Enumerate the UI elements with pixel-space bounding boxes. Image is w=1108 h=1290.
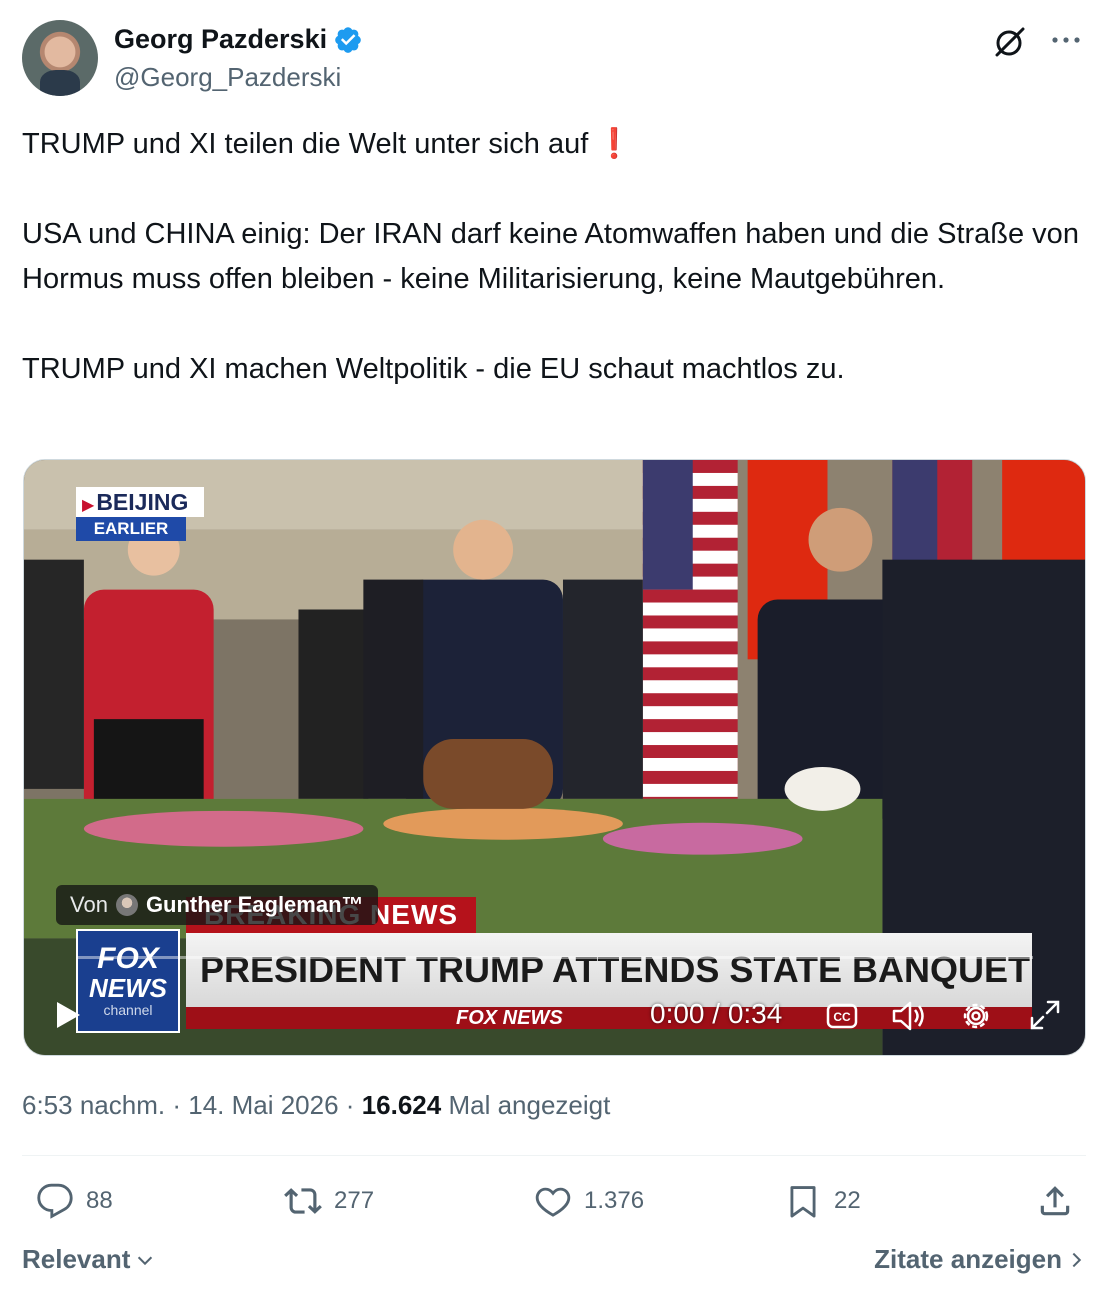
views-count[interactable]: 16.624 [362, 1090, 442, 1120]
svg-text:CC: CC [833, 1010, 851, 1024]
video-progress-bar[interactable] [76, 956, 1033, 959]
share-button[interactable] [1036, 1178, 1074, 1224]
logo-channel-text: channel [103, 1002, 153, 1018]
fullscreen-expand-icon[interactable] [1028, 998, 1062, 1032]
attribution-avatar [115, 894, 138, 916]
play-icon[interactable] [54, 1000, 82, 1030]
author-name-row: Georg Pazderski [114, 24, 363, 55]
location-tag: ▶BEIJING EARLIER [76, 487, 204, 541]
logo-fox-text: FOX [97, 942, 159, 975]
video-player[interactable]: ▶BEIJING EARLIER BREAKING NEWS PRESIDENT… [23, 459, 1086, 1056]
grok-icon[interactable] [992, 24, 1028, 60]
replies-footer: Relevant Zitate anzeigen [22, 1242, 1086, 1282]
volume-icon[interactable] [890, 998, 928, 1034]
view-quotes-link[interactable]: Zitate anzeigen [874, 1244, 1086, 1275]
tweet-paragraph-3: TRUMP und XI machen Weltpolitik - die EU… [22, 353, 845, 385]
like-count: 1.376 [584, 1187, 645, 1214]
share-icon [1040, 1186, 1070, 1216]
video-time: 0:00 / 0:34 [650, 998, 783, 1029]
meta-separator: · [172, 1090, 181, 1120]
exclamation-emoji: ❗ [596, 128, 633, 160]
video-attribution[interactable]: Von Gunther Eagleman™ [56, 885, 378, 925]
author-handle[interactable]: @Georg_Pazderski [114, 62, 341, 93]
attribution-prefix: Von [70, 892, 108, 917]
author-display-name[interactable]: Georg Pazderski [114, 24, 327, 55]
chyron-headline: PRESIDENT TRUMP ATTENDS STATE BANQUET WI… [186, 933, 1032, 1007]
like-button[interactable]: 1.376 [534, 1178, 644, 1224]
heart-icon [535, 1187, 571, 1217]
reply-button[interactable]: 88 [36, 1178, 113, 1224]
meta-separator: · [345, 1090, 355, 1120]
views-label: Mal angezeigt [448, 1090, 611, 1120]
closed-captions-icon[interactable]: CC [826, 1003, 858, 1029]
sort-label: Relevant [22, 1244, 131, 1274]
chevron-right-icon [1072, 1252, 1082, 1267]
fox-news-logo: FOX NEWS channel [76, 929, 180, 1033]
tweet-actions: 88 277 1.376 22 [22, 1178, 1086, 1226]
chevron-down-icon [138, 1256, 153, 1265]
more-options-icon[interactable] [1050, 34, 1082, 46]
tweet-paragraph-2: USA und CHINA einig: Der IRAN darf keine… [22, 218, 1079, 295]
tweet-date[interactable]: 14. Mai 2026 [188, 1090, 338, 1120]
reply-count: 88 [86, 1187, 113, 1214]
bookmark-button[interactable]: 22 [784, 1178, 861, 1224]
play-marker-icon: ▶ [82, 497, 95, 514]
divider [22, 1155, 1086, 1156]
sort-dropdown[interactable]: Relevant [22, 1244, 156, 1275]
tweet-meta: 6:53 nachm. · 14. Mai 2026 · 16.624 Mal … [22, 1090, 610, 1121]
location-sub: EARLIER [76, 517, 186, 541]
tweet-line-1: TRUMP und XI teilen die Welt unter sich … [22, 128, 633, 160]
tweet-text: TRUMP und XI teilen die Welt unter sich … [22, 122, 1086, 392]
tweet-time[interactable]: 6:53 nachm. [22, 1090, 165, 1120]
location-label: BEIJING [96, 489, 189, 515]
logo-news-text: NEWS [89, 973, 167, 1003]
bookmark-count: 22 [834, 1187, 861, 1214]
settings-gear-icon[interactable] [958, 998, 994, 1034]
author-avatar[interactable] [22, 20, 98, 96]
attribution-name[interactable]: Gunther Eagleman™ [146, 892, 364, 918]
bookmark-icon [790, 1186, 816, 1218]
quotes-label: Zitate anzeigen [874, 1244, 1062, 1274]
verified-badge-icon[interactable] [333, 25, 363, 55]
repost-icon [284, 1188, 322, 1214]
tweet-header: Georg Pazderski @Georg_Pazderski [22, 20, 1086, 100]
repost-button[interactable]: 277 [284, 1178, 374, 1224]
repost-count: 277 [334, 1187, 375, 1214]
reply-icon [37, 1183, 73, 1219]
